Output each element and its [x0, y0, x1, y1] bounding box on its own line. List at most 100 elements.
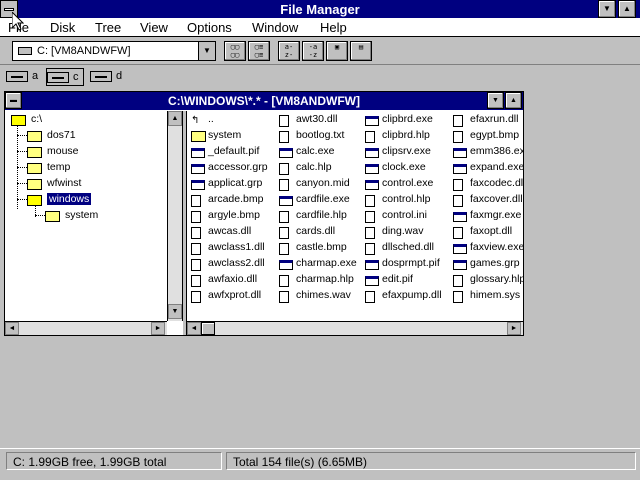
disconnect-network-drive-button[interactable]: ▢≡ ▢≡	[248, 41, 270, 61]
minimize-icon: ▼	[603, 4, 611, 13]
program-file-icon	[365, 116, 379, 126]
document-file-icon	[453, 179, 463, 191]
drive-d[interactable]: d	[90, 68, 126, 86]
file-item-label: calc.hlp	[296, 161, 332, 173]
tree-node-label: wfwinst	[47, 177, 82, 189]
file-item-label: arcade.bmp	[208, 193, 264, 205]
program-file-icon	[365, 148, 379, 158]
program-file-icon	[279, 260, 293, 270]
folder-icon	[27, 131, 42, 142]
file-item-label: games.grp	[470, 257, 520, 269]
file-item-label: faxmgr.exe	[470, 209, 522, 221]
hard-drive-icon	[47, 72, 69, 83]
tree-node-label: c:\	[31, 113, 43, 125]
drive-a[interactable]: a	[6, 68, 42, 86]
scroll-up-icon[interactable]: ▲	[168, 111, 182, 126]
details-view-button[interactable]: ▤	[350, 41, 372, 61]
menu-disk[interactable]: Disk	[50, 20, 75, 35]
file-item-label: cards.dll	[296, 225, 336, 237]
file-item-label: applicat.grp	[208, 177, 263, 189]
file-item-label: clock.exe	[382, 161, 426, 173]
program-file-icon	[279, 148, 293, 158]
file-item-label: awclass1.dll	[208, 241, 265, 253]
drive-select-value: C: [VM8ANDWFW]	[37, 45, 131, 57]
tree-node-label: mouse	[47, 145, 79, 157]
document-file-icon	[453, 227, 463, 239]
scroll-right-icon[interactable]: ►	[507, 322, 521, 335]
document-file-icon	[279, 243, 289, 255]
document-file-icon	[279, 115, 289, 127]
file-horizontal-scrollbar[interactable]: ◄ ►	[187, 321, 523, 335]
program-file-icon	[279, 196, 293, 206]
menu-help[interactable]: Help	[320, 20, 347, 35]
menu-tree[interactable]: Tree	[95, 20, 121, 35]
menu-options[interactable]: Options	[187, 20, 232, 35]
open-folder-icon	[27, 195, 42, 206]
file-item-label: faxview.exe	[470, 241, 523, 253]
scroll-left-icon[interactable]: ◄	[187, 322, 201, 335]
document-file-icon	[279, 163, 289, 175]
floppy-drive-icon	[6, 71, 28, 82]
sort-name-icon: a-z-	[284, 43, 294, 59]
drive-d-label: d	[116, 70, 123, 82]
document-file-icon	[365, 131, 375, 143]
program-file-icon	[365, 260, 379, 270]
file-item-label: clipbrd.exe	[382, 113, 433, 125]
maximize-icon: ▲	[510, 97, 517, 104]
file-item-label: charmap.hlp	[296, 273, 354, 285]
file-item-label: egypt.bmp	[470, 129, 520, 141]
drive-c[interactable]: c	[46, 68, 84, 86]
sort-by-name-button[interactable]: a-z-	[278, 41, 300, 61]
scroll-down-icon[interactable]: ▼	[168, 304, 182, 319]
list-icon: ▢≡ ▢≡	[254, 43, 264, 59]
scroll-thumb[interactable]	[201, 322, 215, 335]
file-item-label: control.ini	[382, 209, 427, 221]
tree-connector	[17, 151, 27, 152]
menu-view[interactable]: View	[140, 20, 168, 35]
sort-by-type-button[interactable]: -a -z	[302, 41, 324, 61]
hard-drive-icon	[18, 47, 32, 55]
maximize-icon: ▲	[623, 4, 631, 13]
file-item-label: argyle.bmp	[208, 209, 260, 221]
disk-space-status: C: 1.99GB free, 1.99GB total	[6, 452, 222, 470]
file-item-label: calc.exe	[296, 145, 335, 157]
file-item-label: awclass2.dll	[208, 257, 265, 269]
tree-connector	[17, 135, 27, 136]
file-item-label: awfaxio.dll	[208, 273, 258, 285]
child-minimize-button[interactable]: ▼	[487, 92, 504, 109]
file-item-label: charmap.exe	[296, 257, 357, 269]
file-item-label: edit.pif	[382, 273, 413, 285]
tree-horizontal-scrollbar[interactable]: ◄ ►	[5, 321, 167, 335]
file-item-label: awt30.dll	[296, 113, 338, 125]
cd-drive-icon	[90, 71, 112, 82]
connect-network-drive-button[interactable]: ▢▢ ▢▢	[224, 41, 246, 61]
new-window-button[interactable]: ▣	[326, 41, 348, 61]
scroll-right-icon[interactable]: ►	[151, 322, 165, 335]
chevron-down-icon[interactable]: ▼	[198, 42, 215, 60]
program-file-icon	[191, 148, 205, 158]
program-file-icon	[453, 148, 467, 158]
program-file-icon	[453, 212, 467, 222]
drive-select[interactable]: C: [VM8ANDWFW] ▼	[12, 41, 216, 61]
file-item-label: efaxrun.dll	[470, 113, 519, 125]
document-file-icon	[453, 115, 463, 127]
document-file-icon	[191, 275, 201, 287]
tree-connector	[35, 215, 45, 216]
document-file-icon	[365, 243, 375, 255]
mouse-cursor-icon	[12, 12, 24, 31]
document-file-icon	[365, 291, 375, 303]
file-item-label: ding.wav	[382, 225, 424, 237]
document-file-icon	[453, 275, 463, 287]
minimize-button[interactable]: ▼	[598, 0, 616, 18]
scroll-left-icon[interactable]: ◄	[5, 322, 19, 335]
folder-icon	[45, 211, 60, 222]
file-item-label: castle.bmp	[296, 241, 347, 253]
child-maximize-button[interactable]: ▲	[505, 92, 522, 109]
file-item-label: faxcover.dll	[470, 193, 523, 205]
maximize-button[interactable]: ▲	[618, 0, 636, 18]
document-file-icon	[279, 227, 289, 239]
menu-window[interactable]: Window	[252, 20, 298, 35]
toolbar: C: [VM8ANDWFW] ▼ ▢▢ ▢▢ ▢≡ ▢≡ a-z- -a -z ▣ ▤	[0, 37, 640, 65]
document-file-icon	[279, 179, 289, 191]
tree-vertical-scrollbar[interactable]: ▲ ▼	[167, 111, 183, 321]
